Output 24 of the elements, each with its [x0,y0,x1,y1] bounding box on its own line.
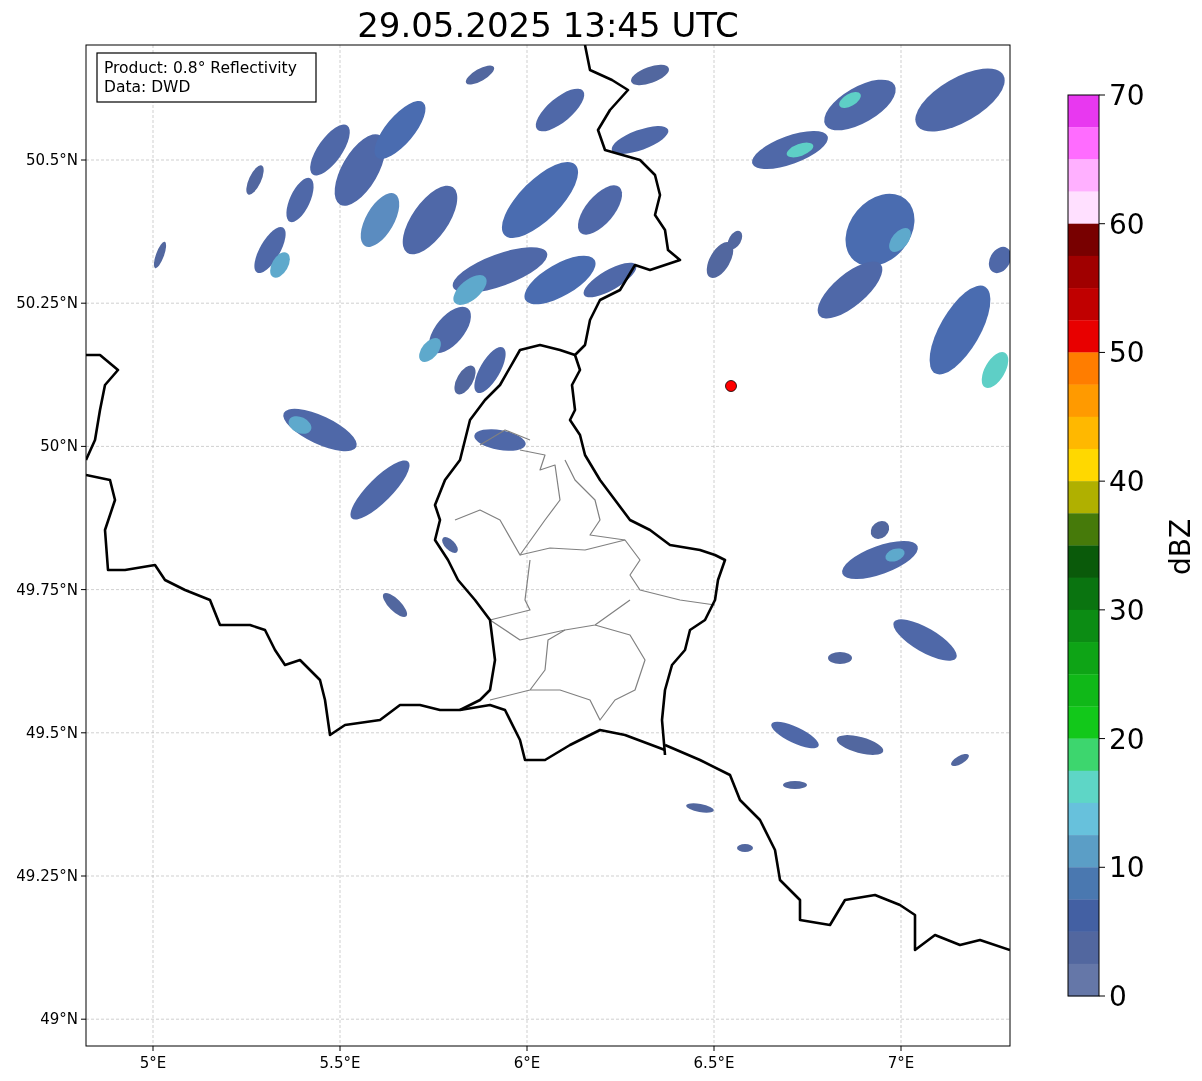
axis-tick-label: 6.5°E [693,1054,735,1072]
plot-title: 29.05.2025 13:45 UTC [357,5,739,45]
axis-tick-label: 5°E [139,1054,167,1072]
axis-tick-label: 49.25°N [16,867,78,885]
colorbar-tick-label: 50 [1109,336,1145,370]
axis-tick-label: 49.5°N [25,723,78,742]
legend-text: Data: DWD [104,78,191,96]
axis-tick-label: 7°E [887,1054,915,1072]
colorbar-label: dBZ [1164,518,1197,576]
colorbar-tick-label: 60 [1109,207,1145,241]
colorbar-tick-label: 40 [1109,465,1145,499]
colorbar-tick-label: 70 [1109,79,1145,112]
colorbar-tick-label: 0 [1109,980,1127,1013]
axis-tick-label: 50.25°N [16,294,78,313]
colorbar-tick-label: 30 [1109,593,1145,627]
colorbar-tick-label: 10 [1109,851,1145,885]
axis-tick-label: 6°E [513,1054,541,1072]
axis-tick-label: 5.5°E [319,1054,361,1072]
axis-tick-label: 50°N [40,437,78,456]
axis-tick-label: 50.5°N [25,151,78,169]
colorbar-tick-label: 20 [1109,722,1145,756]
axis-tick-label: 49°N [40,1010,78,1029]
axis-tick-label: 49.75°N [16,580,78,599]
legend-text: Product: 0.8° Reflectivity [104,59,297,77]
